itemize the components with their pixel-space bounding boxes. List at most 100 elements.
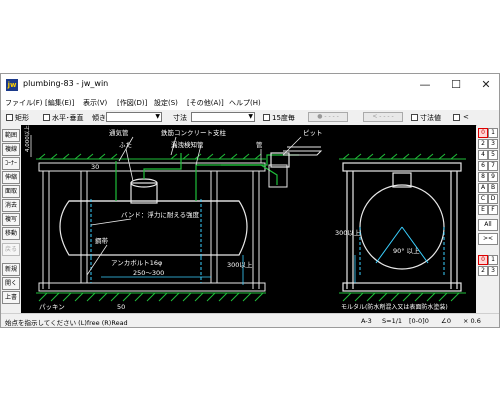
group-1-button[interactable]: 1 (488, 255, 498, 265)
label-angle: 90° 以上 (393, 246, 420, 255)
title-bar: jw plumbing-83 - jw_win — ☐ ✕ (1, 74, 499, 96)
group-2-button[interactable]: 2 (478, 266, 488, 276)
label-pit: ピット (303, 129, 323, 137)
extra-checkbox[interactable] (453, 114, 460, 121)
layer-0-button[interactable]: 0 (478, 128, 488, 138)
status-bar: 始点を指示してください (L)free (R)Read A-3 S=1/1 [0… (1, 313, 499, 327)
layer-d-button[interactable]: D (488, 194, 498, 204)
deg15-checkbox[interactable] (263, 114, 270, 121)
status-layer[interactable]: [0-0]0 (409, 317, 429, 325)
application-window: jw plumbing-83 - jw_win — ☐ ✕ ファイル(F) [編… (0, 73, 500, 328)
app-icon: jw (6, 79, 18, 91)
label-dim-30: 30 (91, 163, 99, 171)
slope-combo[interactable]: ▼ (106, 112, 162, 122)
minimize-button[interactable]: — (414, 77, 436, 93)
label-lid: ふた (119, 141, 132, 149)
label-depth: 4,000以上 (23, 125, 31, 152)
tool-offset-button[interactable]: 複線 (2, 143, 20, 156)
rect-label: 矩形 (15, 114, 29, 122)
chevron-down-icon: ▼ (248, 113, 253, 120)
label-pipe: 管 (256, 140, 263, 149)
layer-4-button[interactable]: 4 (478, 150, 488, 160)
label-mortar: モルタル(防水剤混入又は表面防水塗装) (341, 303, 448, 311)
tool-range-button[interactable]: 範囲 (2, 129, 20, 142)
tool-open-button[interactable]: 開く (2, 277, 20, 290)
label-rc-support: 鉄筋コンクリート支柱 (161, 128, 227, 137)
status-zoom[interactable]: × 0.6 (463, 317, 481, 325)
label-vent-pipe: 通気管 (109, 128, 129, 137)
size-label: 寸法 (173, 114, 187, 122)
label-tank: 鋼帯 (95, 236, 109, 245)
menu-bar: ファイル(F) [編集(E)] 表示(V) [作図(D)] 設定(S) [その他… (1, 96, 499, 110)
label-anchor: アンカボルト16φ (111, 259, 162, 267)
tool-corner-button[interactable]: ｺｰﾅｰ (2, 157, 20, 170)
toolbar: 矩形 水平･垂直 傾き ▼ 寸法 ▼ 15度毎 ● - - - - < - - … (1, 110, 499, 126)
layer-2-button[interactable]: 2 (478, 139, 488, 149)
layer-3-button[interactable]: 3 (488, 139, 498, 149)
window-title: plumbing-83 - jw_win (23, 79, 109, 88)
label-band: バンド：浮力に耐える強度 (121, 210, 200, 219)
hv-label: 水平･垂直 (52, 114, 84, 122)
status-scale[interactable]: S=1/1 (382, 317, 402, 325)
layer-b-button[interactable]: B (488, 183, 498, 193)
lt-label: < (463, 113, 469, 121)
layer-c-button[interactable]: C (478, 194, 488, 204)
tool-copy-button[interactable]: 複写 (2, 213, 20, 226)
size-combo[interactable]: ▼ (191, 112, 255, 122)
piping (115, 152, 299, 201)
close-button[interactable]: ✕ (475, 77, 497, 93)
arrow-step-button[interactable]: < - - - - (363, 112, 403, 122)
tool-save-button[interactable]: 上書 (2, 291, 20, 304)
layer-e-button[interactable]: E (478, 205, 488, 215)
left-tool-palette: 範囲 複線 ｺｰﾅｰ 伸縮 面取 消去 複写 移動 戻る 新規 開く 上書 (1, 125, 21, 313)
menu-help[interactable]: ヘルプ(H) (229, 98, 261, 108)
layer-swap-button[interactable]: >< (478, 233, 498, 245)
drawing-canvas[interactable]: 4,000以上 通気管 ふた 鉄筋コンクリート支柱 漏洩検知管 管 ピット 30… (21, 125, 476, 313)
layer-5-button[interactable]: 5 (488, 150, 498, 160)
circle-step-button[interactable]: ● - - - - (308, 112, 348, 122)
tool-chamfer-button[interactable]: 面取 (2, 185, 20, 198)
tool-move-button[interactable]: 移動 (2, 227, 20, 240)
cad-drawing: 4,000以上 通気管 ふた 鉄筋コンクリート支柱 漏洩検知管 管 ピット 30… (23, 125, 466, 311)
maximize-button[interactable]: ☐ (445, 77, 467, 93)
status-prompt: 始点を指示してください (L)free (R)Read (5, 319, 128, 327)
layer-1-button[interactable]: 1 (488, 128, 498, 138)
label-min300-b: 300以上 (335, 228, 361, 237)
status-angle[interactable]: ∠0 (441, 317, 451, 325)
layer-all-button[interactable]: All (478, 219, 498, 231)
label-min300-a: 300以上 (227, 260, 253, 269)
label-leak-pipe: 漏洩検知管 (171, 140, 204, 149)
tool-undo-button[interactable]: 戻る (2, 243, 20, 256)
group-3-button[interactable]: 3 (488, 266, 498, 276)
leaders (30, 135, 302, 276)
menu-settings[interactable]: 設定(S) (154, 98, 178, 108)
menu-other[interactable]: [その他(A)] (187, 98, 224, 108)
label-range: 250～300 (133, 269, 164, 277)
ground-hatch-left (36, 153, 266, 302)
dim-value-label: 寸法値 (420, 114, 441, 122)
layer-f-button[interactable]: F (488, 205, 498, 215)
dim-value-checkbox[interactable] (411, 114, 418, 121)
label-dim-50: 50 (117, 303, 125, 311)
layer-8-button[interactable]: 8 (478, 172, 488, 182)
layer-7-button[interactable]: 7 (488, 161, 498, 171)
hv-checkbox[interactable] (43, 114, 50, 121)
layer-6-button[interactable]: 6 (478, 161, 488, 171)
menu-edit[interactable]: [編集(E)] (45, 98, 74, 108)
status-paper[interactable]: A-3 (361, 317, 372, 325)
layer-a-button[interactable]: A (478, 183, 488, 193)
label-packing: パッキン (39, 303, 65, 311)
menu-file[interactable]: ファイル(F) (5, 98, 43, 108)
right-layer-palette: 0 1 2 3 4 5 6 7 8 9 A B C D E F All >< 0… (477, 125, 499, 313)
deg15-label: 15度毎 (272, 114, 295, 122)
menu-draw[interactable]: [作図(D)] (117, 98, 147, 108)
menu-view[interactable]: 表示(V) (83, 98, 107, 108)
rect-checkbox[interactable] (6, 114, 13, 121)
tool-erase-button[interactable]: 消去 (2, 199, 20, 212)
chevron-down-icon: ▼ (155, 113, 160, 120)
layer-9-button[interactable]: 9 (488, 172, 498, 182)
tool-stretch-button[interactable]: 伸縮 (2, 171, 20, 184)
slope-label: 傾き (92, 114, 106, 122)
group-0-button[interactable]: 0 (478, 255, 488, 265)
tool-new-button[interactable]: 新規 (2, 263, 20, 276)
